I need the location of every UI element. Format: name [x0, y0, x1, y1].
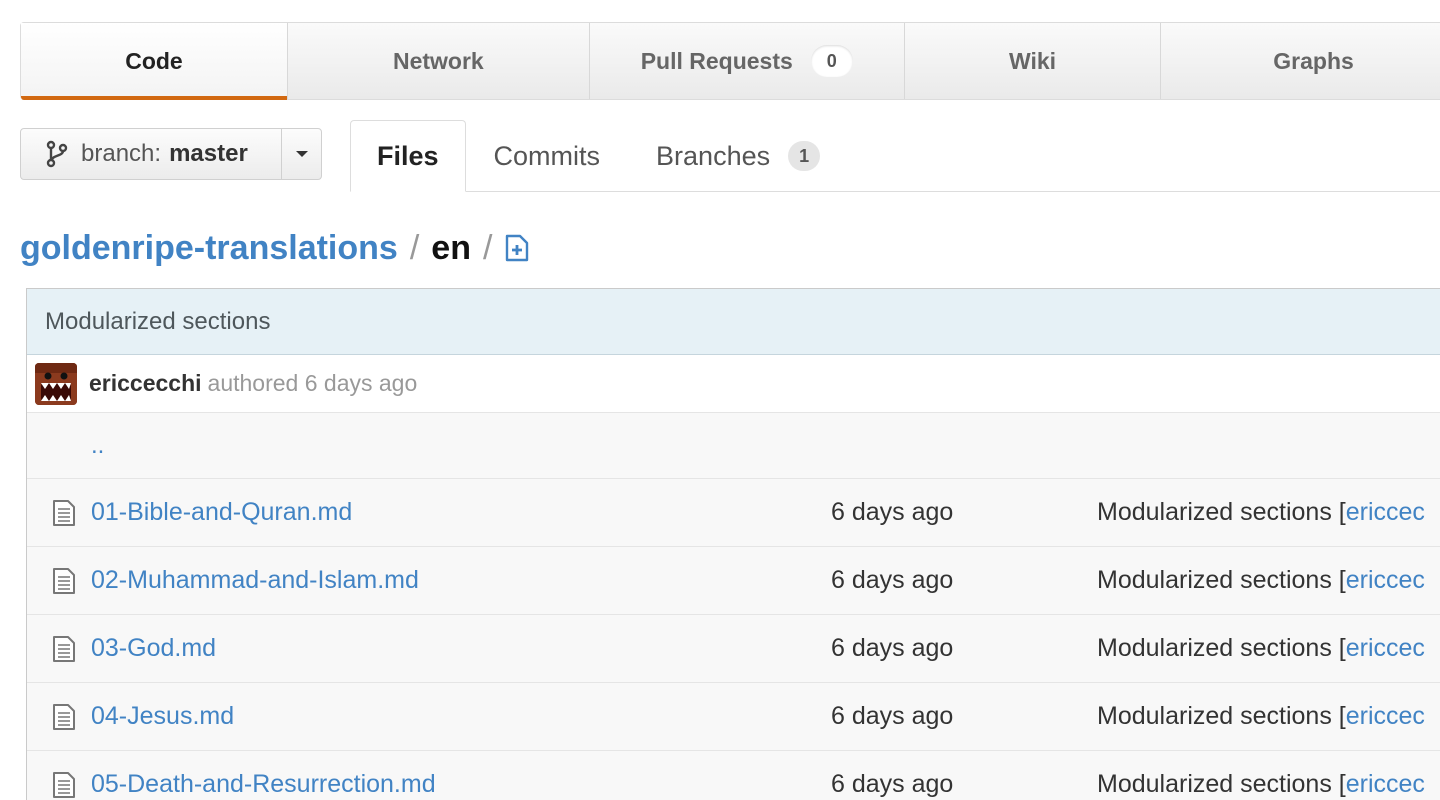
file-icon: [53, 567, 75, 594]
avatar[interactable]: [35, 362, 77, 405]
file-commit-author-link[interactable]: ericcec: [1346, 634, 1425, 662]
tab-wiki[interactable]: Wiki: [905, 23, 1162, 99]
file-commit-author-link[interactable]: ericcec: [1346, 770, 1425, 798]
file-name-link[interactable]: 02-Muhammad-and-Islam.md: [91, 566, 831, 595]
file-commit-message-text: Modularized sections [: [1097, 702, 1346, 730]
table-row: 03-God.md 6 days ago Modularized section…: [27, 615, 1440, 683]
file-age: 6 days ago: [831, 566, 954, 594]
file-icon: [53, 635, 75, 662]
file-commit-message-text: Modularized sections [: [1097, 634, 1346, 662]
commit-author[interactable]: ericcecchi: [89, 370, 202, 397]
branch-name: master: [169, 140, 248, 167]
branch-icon: [46, 140, 68, 168]
subtab-branches-label: Branches: [656, 140, 771, 171]
file-commit-message: Modularized sections [ericcec: [1097, 498, 1425, 527]
file-icon: [53, 771, 75, 798]
file-name-link[interactable]: 01-Bible-and-Quran.md: [91, 498, 831, 527]
table-row: 02-Muhammad-and-Islam.md 6 days ago Modu…: [27, 547, 1440, 615]
subtab-commits-label: Commits: [493, 140, 601, 171]
file-age: 6 days ago: [831, 770, 954, 798]
table-row: 05-Death-and-Resurrection.md 6 days ago …: [27, 751, 1440, 800]
file-name-link[interactable]: 05-Death-and-Resurrection.md: [91, 770, 831, 799]
parent-directory-row: ..: [27, 413, 1440, 479]
commit-meta-text: authored 6 days ago: [207, 370, 418, 396]
tab-network[interactable]: Network: [288, 23, 590, 99]
breadcrumb-separator: /: [482, 228, 493, 267]
file-commit-message-text: Modularized sections [: [1097, 498, 1346, 526]
tab-wiki-label: Wiki: [1008, 47, 1057, 74]
file-age: 6 days ago: [831, 702, 954, 730]
subtab-commits[interactable]: Commits: [466, 120, 629, 192]
file-browser: Modularized sections ericcecchi authored…: [26, 288, 1440, 800]
file-commit-message: Modularized sections [ericcec: [1097, 634, 1425, 663]
file-age: 6 days ago: [831, 634, 954, 662]
repo-nav: Code Network Pull Requests 0 Wiki Graphs: [20, 22, 1440, 100]
branch-selector[interactable]: branch: master: [20, 128, 322, 180]
file-age: 6 days ago: [831, 498, 954, 526]
tab-graphs[interactable]: Graphs: [1161, 23, 1440, 99]
breadcrumb-current: en: [431, 228, 471, 267]
tab-code[interactable]: Code: [21, 23, 288, 100]
caret-down-icon: [295, 151, 308, 157]
file-subnav: Files Commits Branches 1: [350, 120, 1440, 192]
table-row: 04-Jesus.md 6 days ago Modularized secti…: [27, 683, 1440, 751]
tab-graphs-label: Graphs: [1273, 47, 1354, 74]
file-commit-message-text: Modularized sections [: [1097, 770, 1346, 798]
new-file-icon[interactable]: [504, 233, 530, 263]
file-commit-author-link[interactable]: ericcec: [1346, 702, 1425, 730]
file-icon: [53, 499, 75, 526]
file-commit-author-link[interactable]: ericcec: [1346, 566, 1425, 594]
subtab-files-label: Files: [377, 140, 439, 171]
file-commit-message-text: Modularized sections [: [1097, 566, 1346, 594]
commit-message: Modularized sections: [45, 307, 271, 335]
subtab-files[interactable]: Files: [350, 120, 466, 192]
latest-commit-title: Modularized sections: [27, 289, 1440, 355]
parent-directory-link[interactable]: ..: [91, 432, 104, 460]
file-commit-message: Modularized sections [ericcec: [1097, 566, 1425, 595]
tab-pull-requests-label: Pull Requests: [640, 47, 793, 74]
tab-code-label: Code: [125, 47, 183, 74]
latest-commit-meta: ericcecchi authored 6 days ago: [27, 355, 1440, 413]
file-name-link[interactable]: 03-God.md: [91, 634, 831, 663]
file-icon: [53, 703, 75, 730]
breadcrumb: goldenripe-translations / en /: [20, 226, 530, 270]
file-commit-message: Modularized sections [ericcec: [1097, 770, 1425, 799]
branch-selector-main[interactable]: branch: master: [21, 129, 281, 179]
subtab-branches[interactable]: Branches 1: [628, 120, 848, 192]
file-name-link[interactable]: 04-Jesus.md: [91, 702, 831, 731]
branch-dropdown-toggle[interactable]: [281, 129, 321, 179]
branch-prefix: branch:: [81, 140, 162, 167]
tab-network-label: Network: [392, 47, 484, 74]
branches-counter: 1: [788, 141, 821, 171]
breadcrumb-repo-link[interactable]: goldenripe-translations: [20, 229, 398, 268]
table-row: 01-Bible-and-Quran.md 6 days ago Modular…: [27, 479, 1440, 547]
file-commit-author-link[interactable]: ericcec: [1346, 498, 1425, 526]
file-commit-message: Modularized sections [ericcec: [1097, 702, 1425, 731]
breadcrumb-separator: /: [409, 228, 420, 267]
tab-pull-requests[interactable]: Pull Requests 0: [590, 23, 905, 99]
pull-requests-counter: 0: [810, 45, 853, 77]
domo-avatar-icon: [35, 362, 77, 405]
